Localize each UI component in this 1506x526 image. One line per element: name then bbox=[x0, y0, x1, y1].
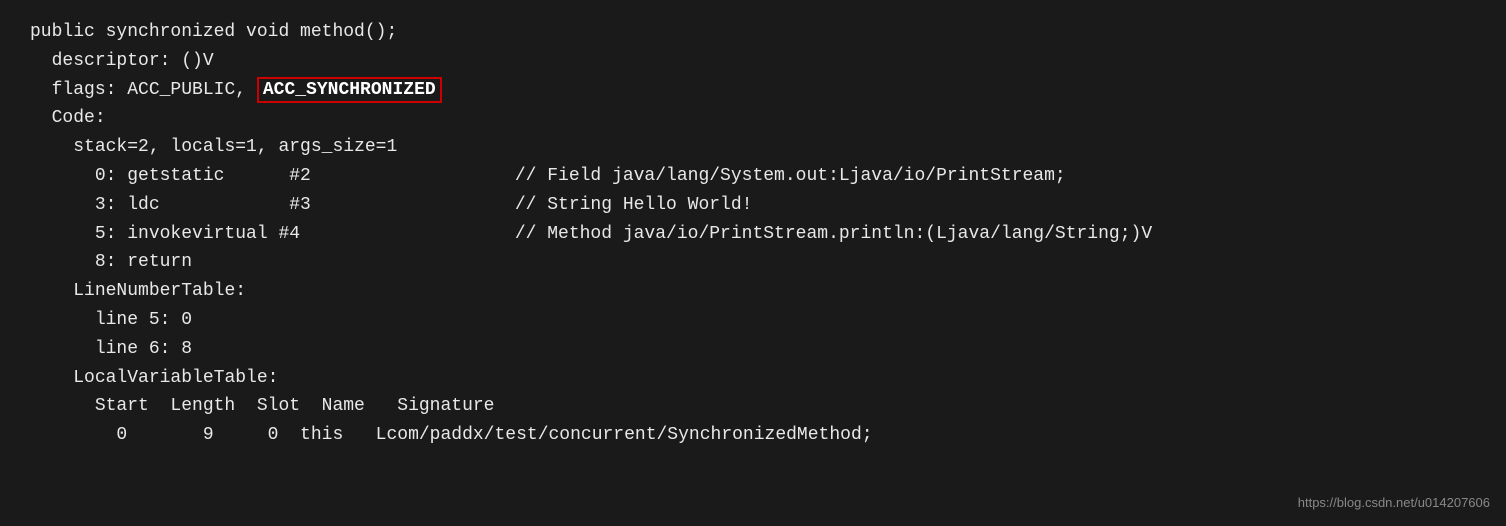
code-line-15: 0 9 0 this Lcom/paddx/test/concurrent/Sy… bbox=[30, 421, 1476, 450]
code-line-8: 5: invokevirtual #4// Method java/io/Pri… bbox=[30, 220, 1476, 249]
code-line-6: 0: getstatic #2// Field java/lang/System… bbox=[30, 162, 1476, 191]
code-line-14: Start Length Slot Name Signature bbox=[30, 392, 1476, 421]
code-line-4: Code: bbox=[30, 104, 1476, 133]
code-line-9: 8: return bbox=[30, 248, 1476, 277]
code-line-10: LineNumberTable: bbox=[30, 277, 1476, 306]
code-line-13: LocalVariableTable: bbox=[30, 364, 1476, 393]
code-line-11: line 5: 0 bbox=[30, 306, 1476, 335]
code-line-7: 3: ldc #3// String Hello World! bbox=[30, 191, 1476, 220]
code-line-1: public synchronized void method(); bbox=[30, 18, 1476, 47]
acc-synchronized-highlight: ACC_SYNCHRONIZED bbox=[257, 77, 442, 103]
code-line-5: stack=2, locals=1, args_size=1 bbox=[30, 133, 1476, 162]
watermark: https://blog.csdn.net/u014207606 bbox=[1298, 493, 1490, 514]
code-line-2: descriptor: ()V bbox=[30, 47, 1476, 76]
code-line-12: line 6: 8 bbox=[30, 335, 1476, 364]
code-line-3: flags: ACC_PUBLIC, ACC_SYNCHRONIZED bbox=[30, 76, 1476, 105]
code-block: public synchronized void method(); descr… bbox=[0, 0, 1506, 526]
